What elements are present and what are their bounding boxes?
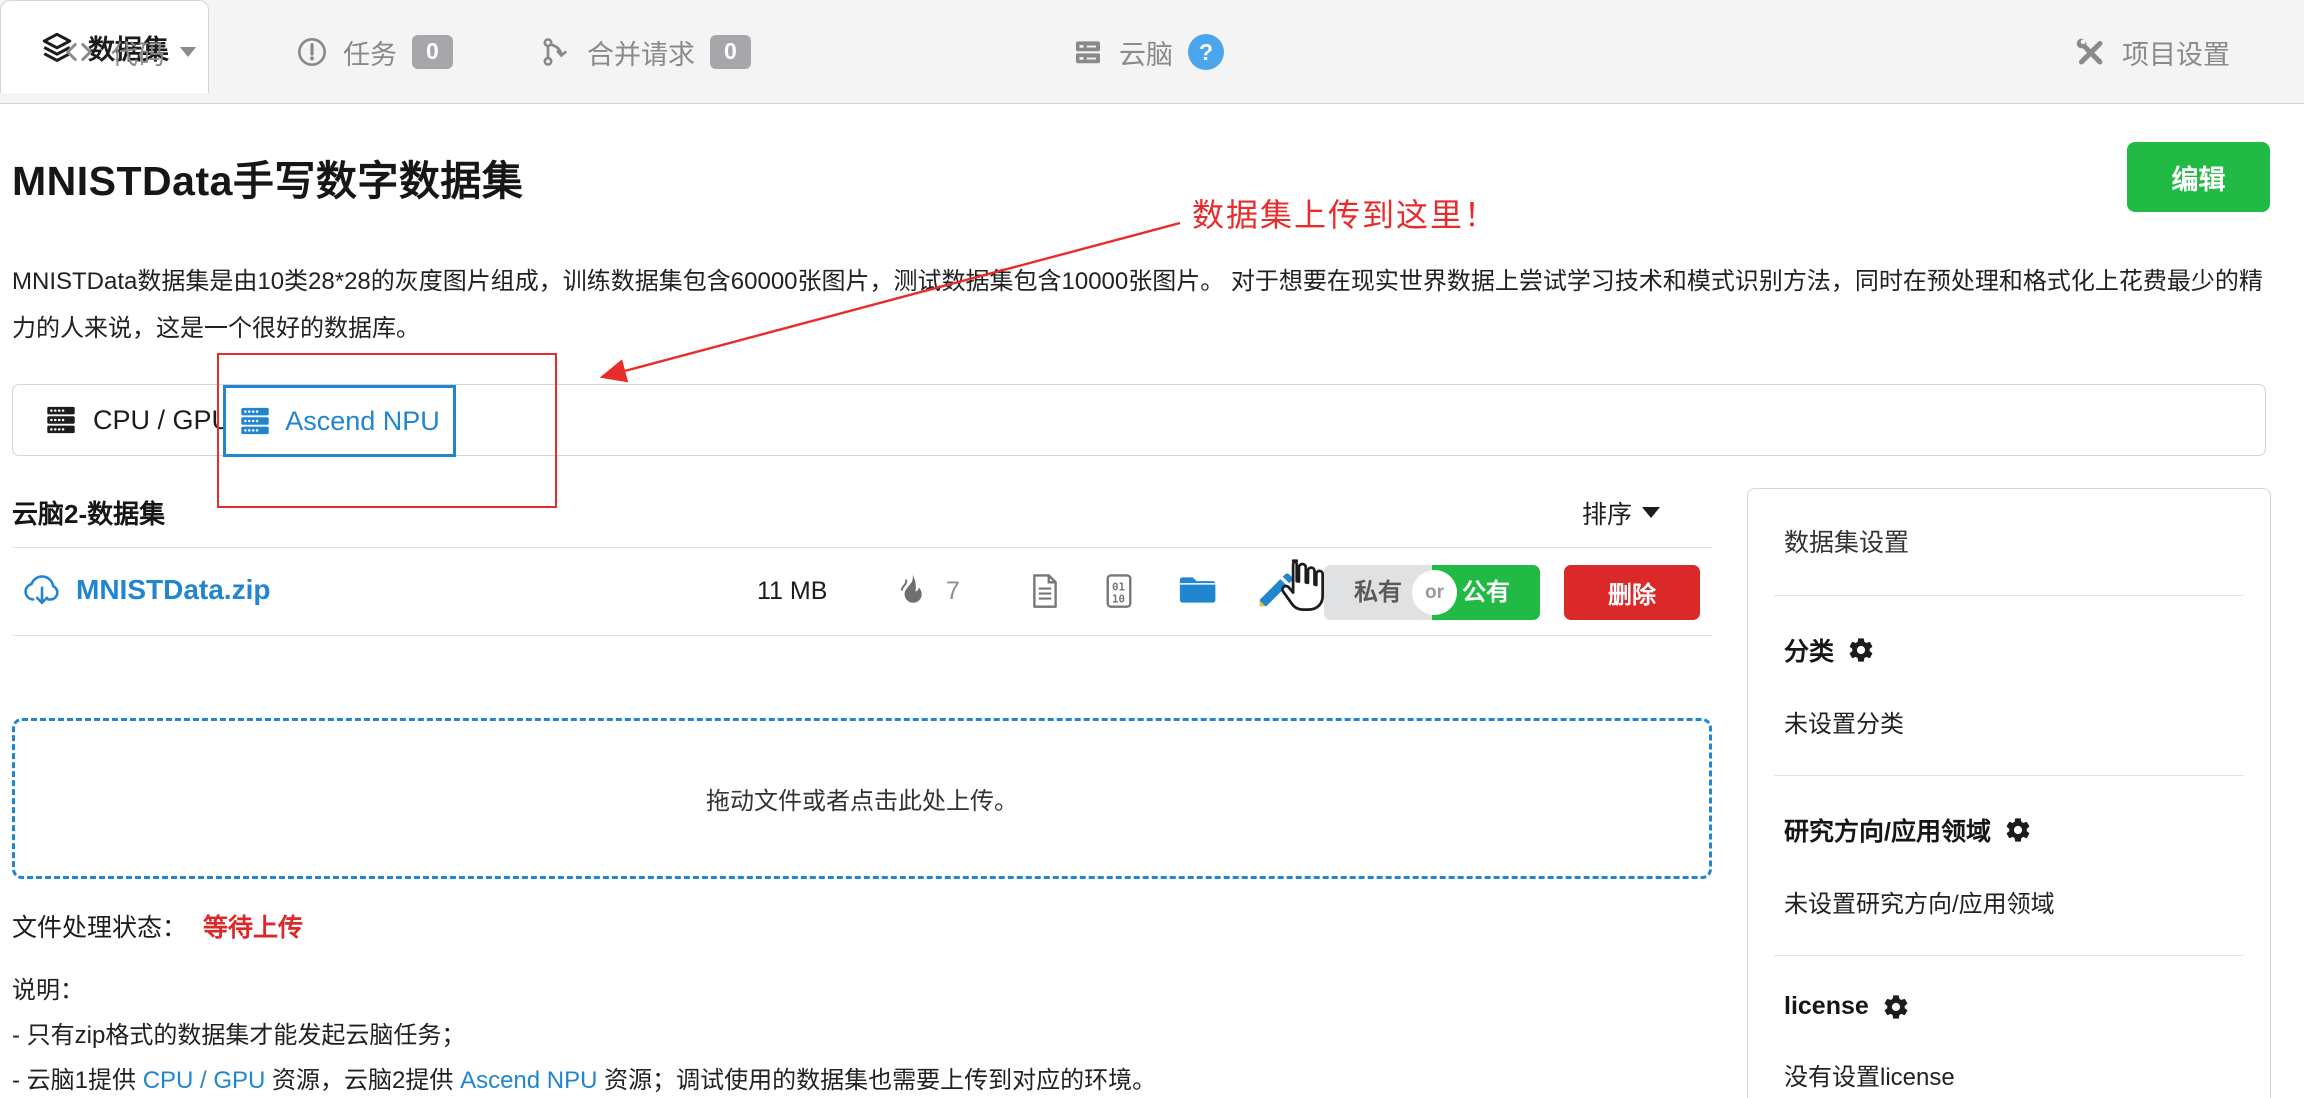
nav-item-code[interactable]: 代码 xyxy=(62,0,196,104)
nav-item-pull-requests[interactable]: 合并请求 0 xyxy=(540,0,751,104)
note-line-2-text: 资源；调试使用的数据集也需要上传到对应的环境。 xyxy=(597,1067,1156,1094)
file-size: 11 MB xyxy=(757,577,827,606)
sort-dropdown[interactable]: 排序 xyxy=(1582,495,1660,531)
upload-hint: 拖动文件或者点击此处上传。 xyxy=(706,781,1018,816)
project-settings-icon xyxy=(2073,35,2107,69)
section-title: 云脑2-数据集 xyxy=(12,494,165,531)
tab-cpu-gpu[interactable]: CPU / GPU xyxy=(45,385,231,455)
research-value: 未设置研究方向/应用领域 xyxy=(1784,884,2234,919)
binary-file-icon[interactable]: 0110 xyxy=(1104,573,1134,609)
issues-count-badge: 0 xyxy=(412,35,453,69)
note-line-1: - 只有zip格式的数据集才能发起云脑任务； xyxy=(12,1013,1712,1058)
code-icon xyxy=(62,37,96,67)
page: 代码 任务 0 合并请求 0 数据集 云脑 ? 项目设置 MNISTDa xyxy=(0,0,2304,1098)
folder-icon[interactable] xyxy=(1178,574,1216,606)
hot-count: 7 xyxy=(946,577,960,606)
dataset-settings-card: 数据集设置 分类 未设置分类 研究方向/应用领域 未设置研究方向/应用领域 li… xyxy=(1747,488,2271,1098)
hand-cursor-icon xyxy=(1274,556,1326,614)
ascend-server-icon xyxy=(239,405,271,437)
issues-icon xyxy=(296,36,328,68)
license-label: license xyxy=(1784,992,1869,1021)
help-icon[interactable]: ? xyxy=(1188,34,1224,70)
cloud-download-icon xyxy=(22,573,62,607)
gear-icon[interactable] xyxy=(2004,816,2032,844)
nav-item-issues[interactable]: 任务 0 xyxy=(296,0,453,104)
upload-dropzone[interactable]: 拖动文件或者点击此处上传。 xyxy=(12,718,1712,879)
page-header: MNISTData手写数字数据集 编辑 xyxy=(12,140,2270,214)
nav-item-project-settings[interactable]: 项目设置 xyxy=(2073,0,2230,104)
status-label: 文件处理状态： xyxy=(12,908,187,944)
divider xyxy=(1774,955,2244,956)
file-list-header: 云脑2-数据集 排序 xyxy=(12,478,1712,547)
file-row: MNISTData.zip 11 MB 7 0110 私有 or 公有 删除 xyxy=(12,547,1712,636)
top-navbar: 代码 任务 0 合并请求 0 数据集 云脑 ? 项目设置 xyxy=(0,0,2304,104)
nav-issues-label: 任务 xyxy=(343,33,397,72)
notes-block: 说明： - 只有zip格式的数据集才能发起云脑任务； - 云脑1提供 CPU /… xyxy=(12,968,1712,1098)
note-line-2: - 云脑1提供 CPU / GPU 资源，云脑2提供 Ascend NPU 资源… xyxy=(12,1058,1712,1098)
dataset-description: MNISTData数据集是由10类28*28的灰度图片组成，训练数据集包含600… xyxy=(12,258,2268,352)
cpu-gpu-server-icon xyxy=(45,404,77,436)
or-divider: or xyxy=(1412,570,1457,615)
file-name-link[interactable]: MNISTData.zip xyxy=(76,574,270,606)
cpu-gpu-link[interactable]: CPU / GPU xyxy=(143,1067,266,1094)
divider xyxy=(1774,595,2244,596)
cloudbrain-server-icon xyxy=(1072,36,1104,68)
category-label-row: 分类 xyxy=(1784,632,2234,668)
nav-item-cloudbrain[interactable]: 云脑 ? xyxy=(1072,0,1224,104)
sort-label: 排序 xyxy=(1582,495,1632,531)
delete-button[interactable]: 删除 xyxy=(1564,565,1700,620)
caret-down-icon xyxy=(180,47,196,57)
category-label: 分类 xyxy=(1784,632,1834,668)
file-text-icon[interactable] xyxy=(1030,573,1060,609)
note-line-2-text: 资源，云脑2提供 xyxy=(265,1067,460,1094)
visibility-toggle: 私有 or 公有 xyxy=(1324,565,1540,620)
research-label-row: 研究方向/应用领域 xyxy=(1784,812,2234,848)
nav-cloudbrain-label: 云脑 xyxy=(1119,33,1173,72)
tab-ascend-npu-active[interactable]: Ascend NPU xyxy=(223,385,456,457)
category-value: 未设置分类 xyxy=(1784,704,2234,739)
ascend-npu-link[interactable]: Ascend NPU xyxy=(460,1067,597,1094)
nav-settings-label: 项目设置 xyxy=(2122,33,2230,72)
research-label: 研究方向/应用领域 xyxy=(1784,812,1991,848)
nav-code-label: 代码 xyxy=(111,33,165,72)
gear-icon[interactable] xyxy=(1847,636,1875,664)
license-value: 没有设置license xyxy=(1784,1057,2234,1092)
file-status-line: 文件处理状态： 等待上传 xyxy=(12,908,1712,944)
sort-caret-icon xyxy=(1642,507,1660,518)
tab-cpu-gpu-label: CPU / GPU xyxy=(93,405,231,436)
merge-request-icon xyxy=(540,36,572,68)
tab-ascend-npu-label: Ascend NPU xyxy=(285,406,440,437)
sidebar-title: 数据集设置 xyxy=(1784,523,2234,559)
pulls-count-badge: 0 xyxy=(710,35,751,69)
edit-button[interactable]: 编辑 xyxy=(2127,142,2270,212)
gear-icon[interactable] xyxy=(1882,993,1910,1021)
svg-text:10: 10 xyxy=(1112,592,1125,605)
status-value: 等待上传 xyxy=(203,908,303,944)
environment-tab-bar: CPU / GPU Ascend NPU xyxy=(12,384,2266,456)
fire-icon xyxy=(896,573,926,609)
page-title: MNISTData手写数字数据集 xyxy=(12,147,523,207)
divider xyxy=(1774,775,2244,776)
dataset-file-panel: 云脑2-数据集 排序 MNISTData.zip 11 MB 7 0110 私有… xyxy=(12,478,1712,1098)
license-label-row: license xyxy=(1784,992,2234,1021)
nav-pulls-label: 合并请求 xyxy=(587,33,695,72)
notes-title: 说明： xyxy=(12,968,1712,1013)
note-line-2-text: - 云脑1提供 xyxy=(12,1067,143,1094)
